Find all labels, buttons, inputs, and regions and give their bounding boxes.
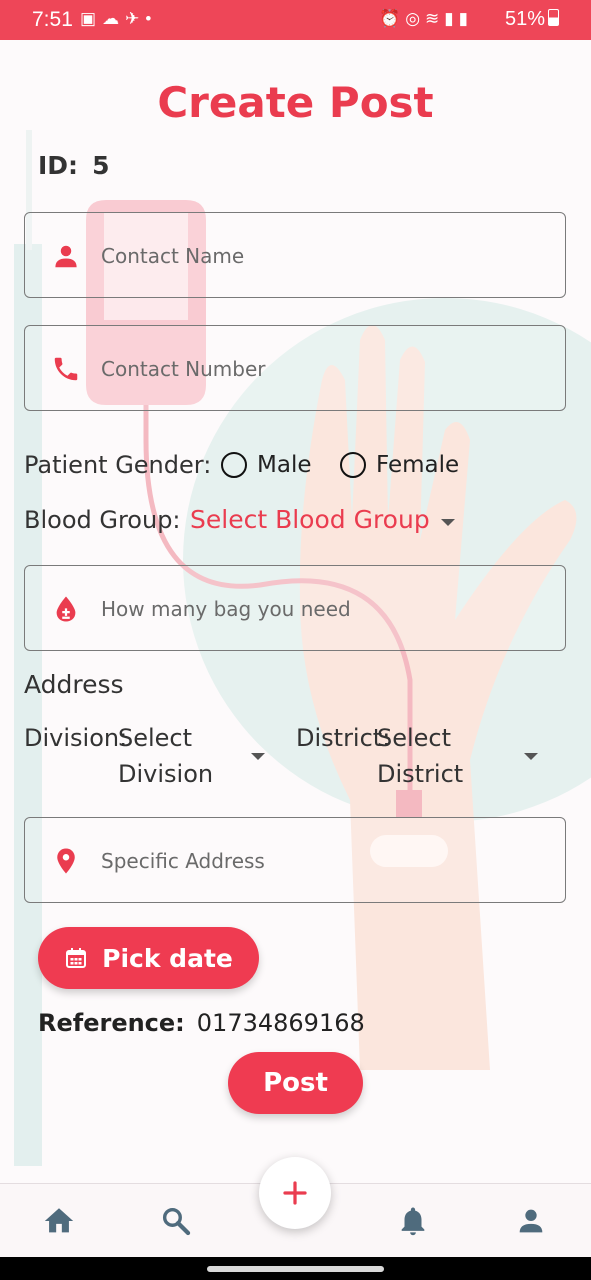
dot-icon: • — [145, 9, 158, 28]
gender-label: Patient Gender: — [24, 451, 212, 479]
blood-group-value: Select Blood Group — [190, 505, 430, 534]
blood-group-dropdown[interactable]: Select Blood Group — [190, 505, 460, 534]
wifi-icon: ≋ — [425, 9, 445, 28]
reference-value: 01734869168 — [196, 1009, 365, 1037]
gender-female-label: Female — [376, 452, 460, 478]
contact-name-field[interactable] — [24, 212, 566, 298]
blood-drop-icon — [56, 596, 76, 622]
division-dropdown[interactable]: Select Division — [118, 720, 273, 792]
page-title: Create Post — [157, 78, 434, 127]
battery-level: 51% — [504, 8, 545, 30]
notifications-icon[interactable] — [396, 1204, 430, 1238]
address-title: Address — [24, 670, 124, 699]
contact-number-field[interactable] — [24, 325, 566, 411]
pick-date-label: Pick date — [102, 943, 233, 973]
district-value-line2: District — [377, 760, 464, 788]
hotspot-icon: ◎ — [405, 9, 426, 28]
division-label: Division: — [24, 724, 128, 752]
blood-group-label: Blood Group: — [24, 506, 181, 534]
post-id-row: ID: 5 — [38, 151, 109, 180]
battery-icon — [548, 9, 559, 26]
signal-icon: ▮ — [458, 9, 473, 28]
gallery-icon: ▣ — [80, 9, 103, 28]
signal-icon: ▮ — [444, 9, 459, 28]
hand-shape — [299, 325, 577, 1070]
add-post-fab[interactable] — [259, 1157, 331, 1229]
bags-needed-field[interactable] — [24, 565, 566, 651]
gender-female-radio[interactable]: Female — [340, 452, 459, 478]
calendar-icon — [66, 948, 87, 968]
division-value-line2: Division — [118, 760, 214, 788]
needle-clip — [396, 790, 422, 818]
id-value: 5 — [92, 151, 110, 180]
status-time: 7:51 — [32, 8, 73, 31]
system-gesture-bar — [0, 1257, 591, 1280]
chevron-down-icon — [441, 519, 455, 526]
gesture-handle[interactable] — [207, 1266, 384, 1272]
pick-date-button[interactable]: Pick date — [38, 927, 259, 989]
contact-name-input[interactable] — [99, 237, 543, 275]
plane-icon: ✈ — [125, 9, 146, 28]
search-icon[interactable] — [159, 1204, 193, 1238]
chevron-down-icon — [251, 753, 265, 760]
add-icon — [283, 1181, 307, 1205]
district-dropdown[interactable]: Select District — [377, 720, 542, 792]
post-button[interactable]: Post — [228, 1052, 363, 1114]
status-notification-icons: ▣☁✈• — [80, 9, 157, 29]
weather-icon: ☁ — [102, 9, 126, 28]
status-bar: 7:51 ▣☁✈• ⏰◎≋▮▮ 51% — [0, 0, 591, 40]
gender-male-radio[interactable]: Male — [221, 452, 311, 478]
chevron-down-icon — [524, 753, 538, 760]
division-value-line1: Select — [118, 724, 193, 752]
phone-icon — [54, 357, 78, 381]
alarm-icon: ⏰ — [379, 9, 406, 28]
reference-row: Reference: 01734869168 — [38, 1009, 365, 1037]
radio-circle-icon — [221, 452, 247, 478]
profile-icon[interactable] — [514, 1204, 548, 1238]
status-system-icons: ⏰◎≋▮▮ — [379, 9, 473, 29]
bags-needed-input[interactable] — [99, 590, 543, 628]
location-pin-icon — [57, 848, 75, 874]
battery-indicator: 51% — [505, 8, 559, 31]
specific-address-field[interactable] — [24, 817, 566, 903]
district-value-line1: Select — [377, 724, 452, 752]
gender-male-label: Male — [257, 452, 312, 478]
specific-address-input[interactable] — [99, 842, 543, 880]
id-label: ID: — [38, 151, 79, 180]
person-icon — [55, 245, 77, 268]
post-label: Post — [263, 1068, 328, 1098]
radio-circle-icon — [340, 452, 366, 478]
home-icon[interactable] — [42, 1204, 76, 1238]
reference-label: Reference: — [38, 1009, 185, 1037]
contact-number-input[interactable] — [99, 350, 543, 388]
